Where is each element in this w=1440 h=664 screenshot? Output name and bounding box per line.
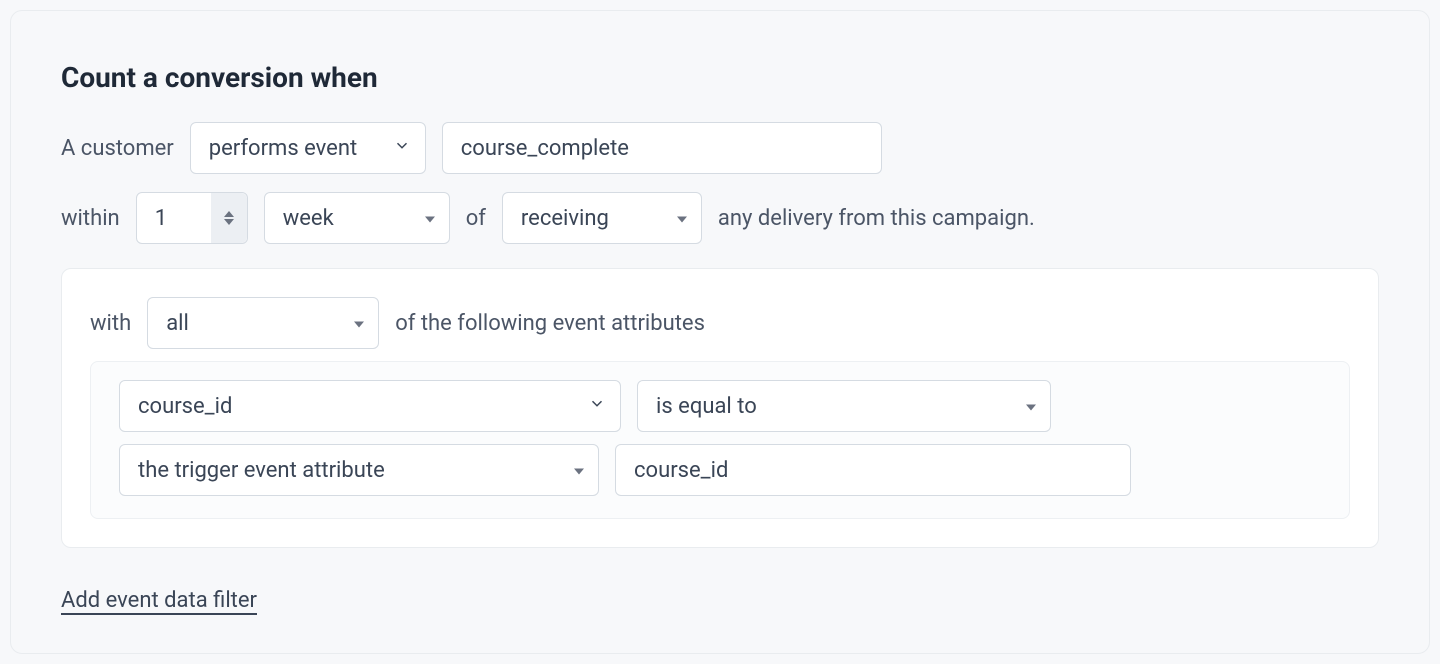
chevron-down-icon — [393, 136, 411, 161]
chevron-up-icon — [224, 210, 234, 218]
attribute-filter-row-2: the trigger event attribute course_id — [119, 444, 1321, 496]
duration-count-value: 1 — [155, 206, 167, 231]
conversion-panel: Count a conversion when A customer perfo… — [10, 10, 1430, 654]
panel-heading: Count a conversion when — [61, 61, 1379, 94]
operator-select[interactable]: is equal to — [637, 380, 1051, 432]
event-name-input[interactable]: course_complete — [442, 122, 882, 174]
operator-value: is equal to — [656, 394, 757, 419]
duration-count-input[interactable]: 1 — [136, 192, 248, 244]
condition-row-1: A customer performs event course_complet… — [61, 122, 1379, 174]
attribute-name-value: course_id — [138, 394, 232, 419]
caret-down-icon — [574, 458, 584, 483]
action-select-value: performs event — [209, 136, 357, 161]
value-text: course_id — [634, 458, 728, 483]
value-input[interactable]: course_id — [615, 444, 1131, 496]
value-type-select[interactable]: the trigger event attribute — [119, 444, 599, 496]
chevron-down-icon — [588, 394, 606, 419]
attributes-suffix-label: of the following event attributes — [395, 311, 705, 336]
caret-down-icon — [677, 206, 687, 231]
within-label: within — [61, 206, 120, 231]
event-name-value: course_complete — [461, 136, 629, 161]
value-type-value: the trigger event attribute — [138, 458, 385, 483]
match-row: with all of the following event attribut… — [90, 297, 1350, 349]
match-type-select[interactable]: all — [147, 297, 379, 349]
quantity-stepper[interactable] — [211, 193, 247, 243]
attribute-filter-row-1: course_id is equal to — [119, 380, 1321, 432]
action-select[interactable]: performs event — [190, 122, 426, 174]
attribute-filter-panel: course_id is equal to the trigger event … — [90, 361, 1350, 519]
of-label: of — [466, 206, 486, 231]
with-label: with — [90, 311, 131, 336]
caret-down-icon — [425, 206, 435, 231]
attribute-name-select[interactable]: course_id — [119, 380, 621, 432]
caret-down-icon — [1026, 394, 1036, 419]
condition-row-2: within 1 week of receiving any delivery … — [61, 192, 1379, 244]
add-event-data-filter-link[interactable]: Add event data filter — [61, 588, 257, 613]
timing-value: receiving — [521, 206, 609, 231]
event-attributes-panel: with all of the following event attribut… — [61, 268, 1379, 548]
chevron-down-icon — [224, 218, 234, 226]
timing-select[interactable]: receiving — [502, 192, 702, 244]
duration-unit-value: week — [283, 206, 334, 231]
caret-down-icon — [354, 311, 364, 336]
delivery-label: any delivery from this campaign. — [718, 206, 1035, 231]
match-type-value: all — [166, 311, 189, 336]
duration-unit-select[interactable]: week — [264, 192, 450, 244]
customer-label: A customer — [61, 136, 174, 161]
